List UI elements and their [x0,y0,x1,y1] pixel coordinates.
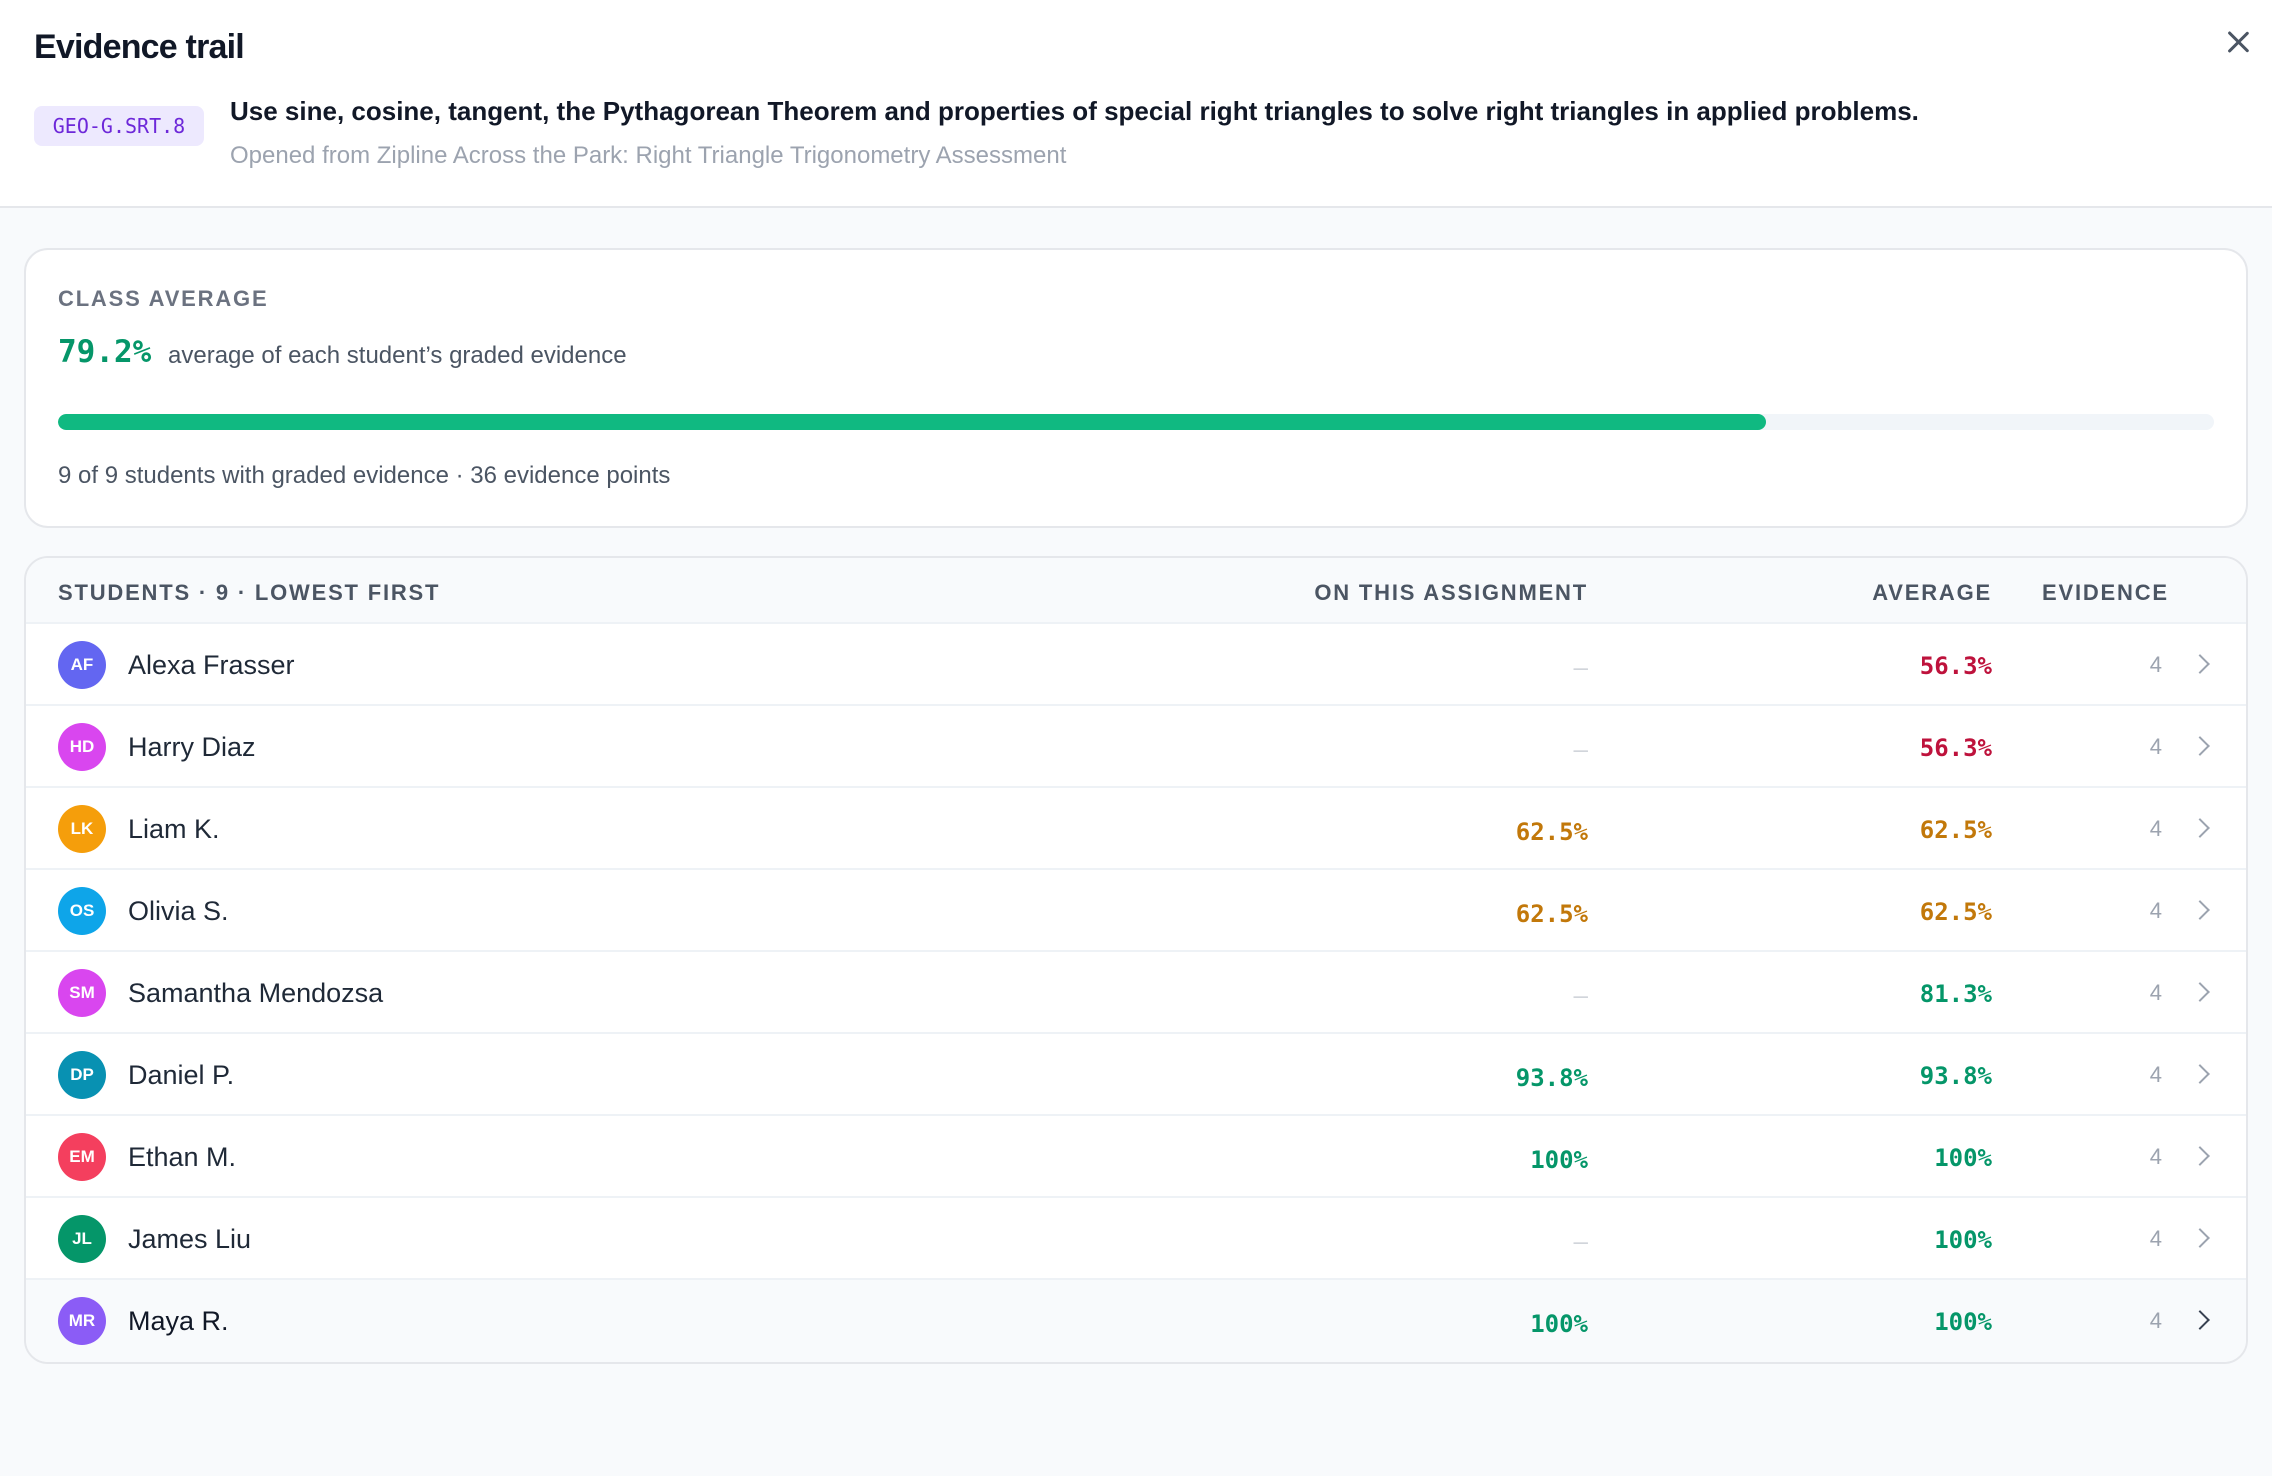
evidence-count: 4 [2149,816,2162,841]
chevron-right-icon[interactable] [2190,818,2210,838]
assignment-score: 62.5% [1515,900,1588,928]
evidence-count: 4 [2149,1226,2162,1251]
close-icon[interactable] [2218,22,2258,62]
column-header-students[interactable]: STUDENTS · 9 · LOWEST FIRST [58,580,440,606]
chevron-right-icon[interactable] [2190,1146,2210,1166]
table-row[interactable]: HD Harry Diaz – 56.3% 4 [26,706,2246,788]
table-row[interactable]: SM Samantha Mendozsa – 81.3% 4 [26,952,2246,1034]
evidence-count: 4 [2149,1144,2162,1169]
class-average-progress-bar [58,414,2214,430]
average-score: 62.5% [1919,898,1992,926]
evidence-count: 4 [2149,652,2162,677]
table-row[interactable]: MR Maya R. 100% 100% 4 [26,1280,2246,1362]
avatar: JL [58,1215,106,1263]
column-header-assignment[interactable]: ON THIS ASSIGNMENT [1314,580,1588,606]
average-score: 56.3% [1919,734,1992,762]
student-name: Liam K. [128,814,220,844]
student-name: Olivia S. [128,896,229,926]
chevron-right-icon[interactable] [2190,900,2210,920]
chevron-right-icon[interactable] [2190,1310,2210,1330]
evidence-count: 4 [2149,980,2162,1005]
student-name: James Liu [128,1224,252,1254]
table-row[interactable]: OS Olivia S. 62.5% 62.5% 4 [26,870,2246,952]
average-score: 100% [1934,1308,1992,1336]
avatar: DP [58,1051,106,1099]
average-score: 81.3% [1919,980,1992,1008]
assignment-score: – [1573,736,1588,764]
avatar: LK [58,805,106,853]
student-name: Alexa Frasser [128,650,295,680]
class-average-value: 79.2% [58,334,152,370]
avatar: OS [58,887,106,935]
class-average-footer: 9 of 9 students with graded evidence · 3… [58,462,671,489]
average-score: 62.5% [1919,816,1992,844]
students-table-header: STUDENTS · 9 · LOWEST FIRST ON THIS ASSI… [26,558,2246,624]
chevron-right-icon[interactable] [2190,982,2210,1002]
avatar: AF [58,641,106,689]
evidence-count: 4 [2149,734,2162,759]
chevron-right-icon[interactable] [2190,736,2210,756]
table-row[interactable]: EM Ethan M. 100% 100% 4 [26,1116,2246,1198]
assignment-score: – [1573,654,1588,682]
chevron-right-icon[interactable] [2190,1228,2210,1248]
evidence-count: 4 [2149,1062,2162,1087]
chevron-right-icon[interactable] [2190,1064,2210,1084]
assignment-score: – [1573,982,1588,1010]
avatar: EM [58,1133,106,1181]
student-name: Maya R. [128,1306,229,1336]
standard-description: Use sine, cosine, tangent, the Pythagore… [230,96,1919,126]
assignment-score: 100% [1530,1146,1588,1174]
table-row[interactable]: AF Alexa Frasser – 56.3% 4 [26,624,2246,706]
assignment-score: 100% [1530,1310,1588,1338]
chevron-right-icon[interactable] [2190,654,2210,674]
assignment-score: 93.8% [1515,1064,1588,1092]
standard-code-badge: GEO-G.SRT.8 [34,106,204,146]
average-score: 56.3% [1919,652,1992,680]
class-average-progress-fill [58,414,1766,430]
evidence-count: 4 [2149,1308,2162,1333]
class-average-label: CLASS AVERAGE [58,286,269,311]
table-row[interactable]: LK Liam K. 62.5% 62.5% 4 [26,788,2246,870]
average-score: 93.8% [1919,1062,1992,1090]
students-table: STUDENTS · 9 · LOWEST FIRST ON THIS ASSI… [24,556,2248,1364]
table-row[interactable]: DP Daniel P. 93.8% 93.8% 4 [26,1034,2246,1116]
table-row[interactable]: JL James Liu – 100% 4 [26,1198,2246,1280]
class-average-card: CLASS AVERAGE 79.2% average of each stud… [24,248,2248,528]
avatar: MR [58,1297,106,1345]
student-name: Ethan M. [128,1142,237,1172]
average-score: 100% [1934,1226,1992,1254]
class-average-description: average of each student’s graded evidenc… [168,342,627,369]
dialog-title: Evidence trail [34,28,245,66]
students-table-body: AF Alexa Frasser – 56.3% 4 HD Harry Diaz – 56.3%… [26,624,2246,1362]
average-score: 100% [1934,1144,1992,1172]
student-name: Daniel P. [128,1060,235,1090]
avatar: SM [58,969,106,1017]
student-name: Harry Diaz [128,732,256,762]
student-name: Samantha Mendozsa [128,978,384,1008]
assignment-score: – [1573,1228,1588,1256]
evidence-count: 4 [2149,898,2162,923]
opened-from-text: Opened from Zipline Across the Park: Rig… [230,142,1067,169]
avatar: HD [58,723,106,771]
column-header-evidence[interactable]: EVIDENCE [2042,580,2169,606]
column-header-average[interactable]: AVERAGE [1872,580,1992,606]
assignment-score: 62.5% [1515,818,1588,846]
dialog-header: Evidence trail GEO-G.SRT.8 Use sine, cos… [0,0,2272,208]
